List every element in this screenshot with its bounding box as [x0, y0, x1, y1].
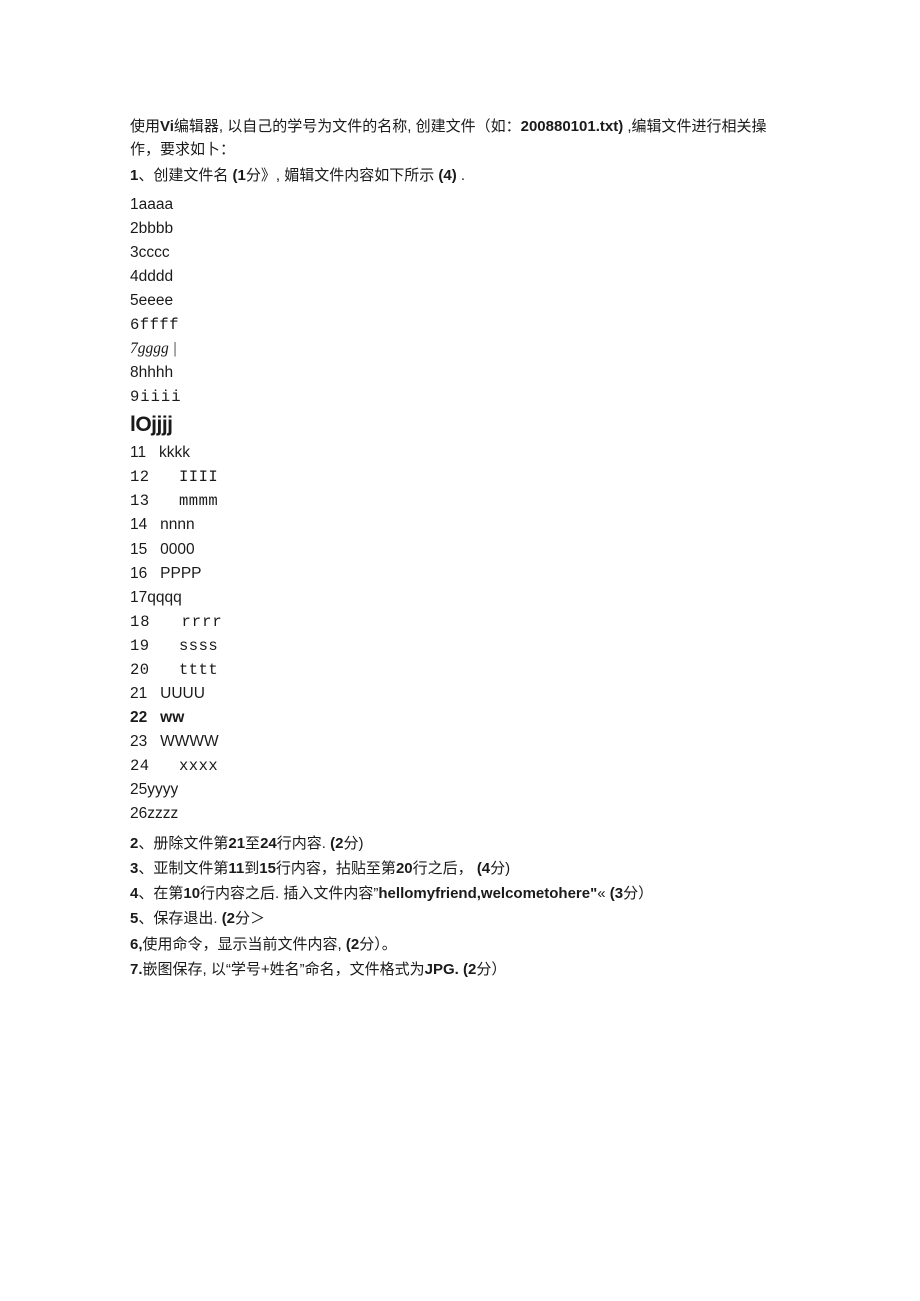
- file-line: 25yyyy: [130, 778, 790, 802]
- file-line: 21 UUUU: [130, 682, 790, 706]
- file-line: 12 IIII: [130, 465, 790, 489]
- q-text: 嵌图保存, 以“学号+姓名”命名，文件格式为: [143, 961, 425, 978]
- question-7: 7.嵌图保存, 以“学号+姓名”命名，文件格式为JPG. (2分）: [130, 958, 790, 981]
- q-text: 分）: [623, 885, 653, 902]
- q-number: 6,: [130, 936, 143, 953]
- file-line: 22 ww: [130, 706, 790, 730]
- question-5: 5、保存退出. (2分＞: [130, 907, 790, 930]
- file-line: 18 rrrr: [130, 610, 790, 634]
- file-line: 17qqqq: [130, 586, 790, 610]
- q-text: 行之后，: [413, 860, 473, 877]
- question-6: 6,使用命令，显示当前文件内容, (2分）。: [130, 933, 790, 956]
- intro-text-line2: 作，要求如卜：: [130, 138, 790, 161]
- file-line: 2bbbb: [130, 217, 790, 241]
- file-line: 15 0000: [130, 538, 790, 562]
- file-content-block: 1aaaa2bbbb3cccc4dddd5eeee6ffff7gggg |8hh…: [130, 193, 790, 826]
- file-line: 7gggg |: [130, 337, 790, 361]
- file-line: 13 mmmm: [130, 489, 790, 513]
- q1-text: 分》, 媚辑文件内容如下所示: [246, 167, 439, 184]
- question-3: 3、亚制文件第11到15行内容，拈贴至第20行之后， (4分): [130, 857, 790, 880]
- intro-text: 编辑器, 以自己的学号为文件的名称, 创建文件（如：: [174, 118, 521, 135]
- document-page: 使用Vi编辑器, 以自己的学号为文件的名称, 创建文件（如：200880101.…: [0, 0, 920, 1033]
- file-line: 5eeee: [130, 289, 790, 313]
- file-line: lOjjjj: [130, 409, 790, 442]
- q-text: 分）: [476, 961, 506, 978]
- q-text: 分）。: [359, 936, 397, 953]
- q-text: 、在第: [138, 885, 183, 902]
- insert-string: hellomyfriend,welcometohere": [378, 885, 597, 902]
- file-line: 26zzzz: [130, 802, 790, 826]
- question-1: 1、创建文件名 (1分》, 媚辑文件内容如下所示 (4) .: [130, 164, 790, 187]
- file-line: 20 tttt: [130, 658, 790, 682]
- file-line: 24 xxxx: [130, 754, 790, 778]
- question-4: 4、在第10行内容之后. 插入文件内容”hellomyfriend,welcom…: [130, 882, 790, 905]
- intro-text: 使用: [130, 118, 160, 135]
- file-line: 6ffff: [130, 313, 790, 337]
- q-points: (4: [477, 860, 490, 877]
- q-value: 24: [260, 835, 277, 852]
- q-points: (2: [222, 910, 235, 927]
- q-points: (2: [463, 961, 476, 978]
- q-text: 分): [490, 860, 510, 877]
- q-value: 20: [396, 860, 413, 877]
- q1-text: .: [457, 167, 465, 184]
- q-text: 、册除文件第: [138, 835, 228, 852]
- q-text: 、亚制文件第: [138, 860, 228, 877]
- q-text: «: [597, 885, 605, 902]
- q-value: 21: [228, 835, 245, 852]
- file-line: 23 WWWW: [130, 730, 790, 754]
- q-text: 行内容.: [277, 835, 326, 852]
- filename-example: 200880101.txt): [521, 118, 624, 135]
- file-line: 3cccc: [130, 241, 790, 265]
- q-value: 10: [183, 885, 200, 902]
- q-number: 7.: [130, 961, 143, 978]
- intro-paragraph: 使用Vi编辑器, 以自己的学号为文件的名称, 创建文件（如：200880101.…: [130, 115, 790, 162]
- file-line: 1aaaa: [130, 193, 790, 217]
- question-2: 2、册除文件第21至24行内容. (2分): [130, 832, 790, 855]
- q-text: 、保存退出.: [138, 910, 217, 927]
- file-line: 8hhhh: [130, 361, 790, 385]
- q-text: 到: [244, 860, 259, 877]
- file-line: 9iiii: [130, 385, 790, 409]
- questions-block: 2、册除文件第21至24行内容. (2分) 3、亚制文件第11到15行内容，拈贴…: [130, 832, 790, 982]
- q-text: 至: [245, 835, 260, 852]
- intro-text: ,编辑文件进行相关操: [623, 118, 766, 135]
- q-points: (2: [330, 835, 343, 852]
- q-points: (2: [346, 936, 359, 953]
- q-value: 11: [228, 860, 244, 877]
- file-line: 11 kkkk: [130, 441, 790, 465]
- q1-points2: (4): [438, 167, 456, 184]
- file-line: 14 nnnn: [130, 513, 790, 537]
- q-points: (3: [610, 885, 623, 902]
- q1-text: 、创建文件名: [138, 167, 232, 184]
- q-value: 15: [259, 860, 276, 877]
- file-format: JPG.: [425, 961, 459, 978]
- file-line: 16 PPPP: [130, 562, 790, 586]
- q-text: 行内容，拈贴至第: [276, 860, 396, 877]
- q-text: 使用命令，显示当前文件内容,: [143, 936, 342, 953]
- vi-label: Vi: [160, 118, 174, 135]
- file-line: 19 ssss: [130, 634, 790, 658]
- q1-points: (1: [233, 167, 246, 184]
- q-text: 分): [343, 835, 363, 852]
- file-line: 4dddd: [130, 265, 790, 289]
- q-text: 分＞: [235, 910, 265, 927]
- q-text: 行内容之后. 插入文件内容”: [200, 885, 378, 902]
